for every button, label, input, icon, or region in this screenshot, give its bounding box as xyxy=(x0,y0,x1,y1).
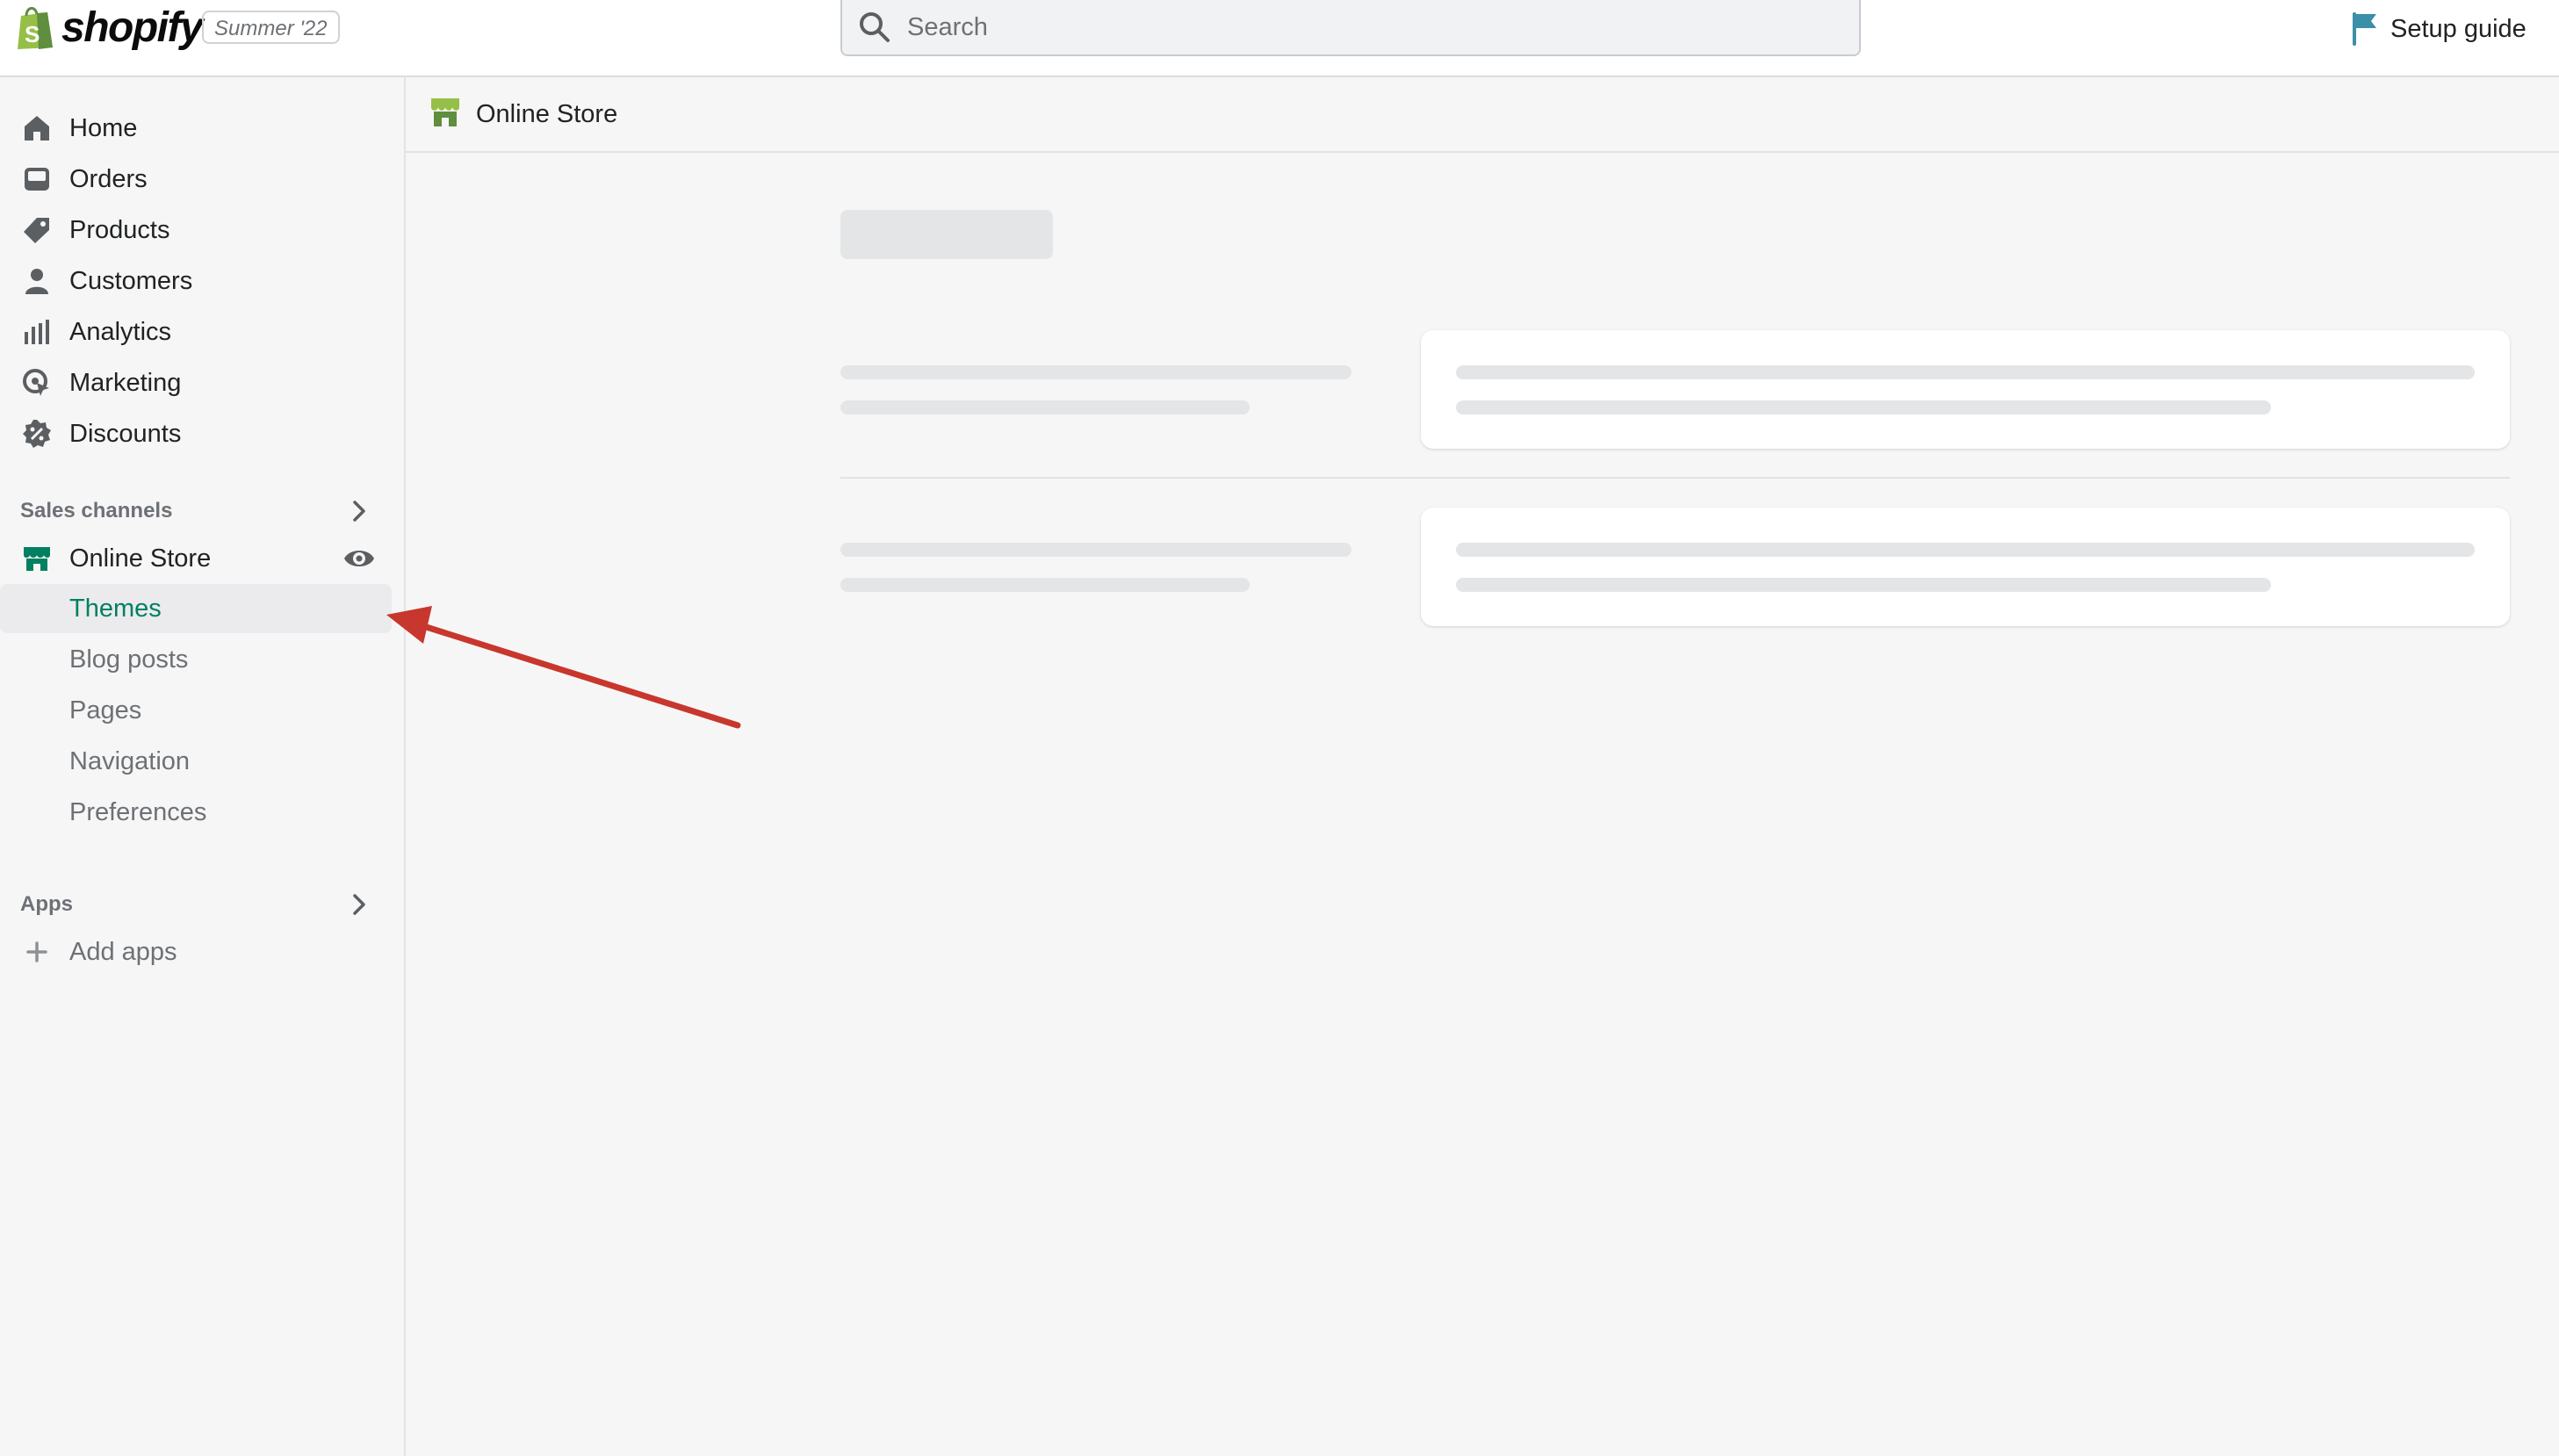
search-placeholder: Search xyxy=(907,13,988,41)
skeleton-line xyxy=(840,543,1352,557)
section-divider xyxy=(840,477,2510,479)
top-bar: S shopify Summer '22 Search Setup guide xyxy=(0,0,2559,77)
sidebar-item-label: Marketing xyxy=(69,369,182,397)
skeleton-line xyxy=(840,400,1250,414)
target-icon xyxy=(23,369,49,396)
sidebar-item-add-apps[interactable]: Add apps xyxy=(0,927,393,977)
sidebar-item-label: Online Store xyxy=(69,544,212,573)
search-icon xyxy=(860,12,890,42)
sidebar-item-label: Blog posts xyxy=(69,645,189,674)
search-bar[interactable]: Search xyxy=(840,0,1861,56)
plus-icon xyxy=(26,941,47,962)
sidebar-item-label: Pages xyxy=(69,696,142,724)
setup-guide-label: Setup guide xyxy=(2390,15,2527,43)
sidebar-item-label: Customers xyxy=(69,267,193,295)
chevron-right-icon[interactable] xyxy=(346,498,372,524)
skeleton-title xyxy=(840,210,1053,259)
skeleton-line xyxy=(1456,578,2271,592)
skeleton-card xyxy=(1421,508,2510,626)
skeleton-line xyxy=(840,578,1250,592)
skeleton-line xyxy=(1456,365,2475,379)
orders-icon xyxy=(25,168,49,191)
sidebar-item-online-store[interactable]: Online Store xyxy=(0,534,393,583)
sidebar-item-marketing[interactable]: Marketing xyxy=(0,358,393,407)
discount-icon xyxy=(23,420,51,448)
sidebar-subitem-blog-posts[interactable]: Blog posts xyxy=(0,635,392,684)
chevron-right-icon[interactable] xyxy=(346,891,372,918)
tag-icon xyxy=(24,218,49,243)
store-icon xyxy=(24,547,50,571)
sidebar-item-label: Add apps xyxy=(69,938,177,966)
sales-channels-heading: Sales channels xyxy=(20,499,173,523)
eye-icon[interactable] xyxy=(342,543,376,574)
sidebar-item-label: Discounts xyxy=(69,420,182,448)
sidebar-subitem-navigation[interactable]: Navigation xyxy=(0,737,392,786)
sidebar-item-label: Navigation xyxy=(69,747,191,775)
apps-heading: Apps xyxy=(20,892,73,916)
sidebar-subitem-preferences[interactable]: Preferences xyxy=(0,788,392,837)
sidebar-item-discounts[interactable]: Discounts xyxy=(0,409,393,458)
skeleton-line xyxy=(1456,543,2475,557)
store-icon xyxy=(431,98,459,126)
home-icon xyxy=(25,116,49,141)
skeleton-line xyxy=(1456,400,2271,414)
page-title: Online Store xyxy=(476,100,618,128)
sidebar-subitem-pages[interactable]: Pages xyxy=(0,686,392,735)
sidebar-item-label: Themes xyxy=(69,595,162,623)
sidebar-item-products[interactable]: Products xyxy=(0,205,393,255)
sidebar: Home Orders Products Customers Analytics xyxy=(0,77,406,1456)
sidebar-item-home[interactable]: Home xyxy=(0,104,393,153)
sidebar-item-customers[interactable]: Customers xyxy=(0,256,393,306)
sidebar-item-orders[interactable]: Orders xyxy=(0,155,393,204)
skeleton-card xyxy=(1421,330,2510,449)
breadcrumb: Online Store xyxy=(406,77,2559,153)
sidebar-item-label: Preferences xyxy=(69,798,207,826)
skeleton-line xyxy=(840,365,1352,379)
edition-badge[interactable]: Summer '22 xyxy=(202,11,340,44)
svg-text:S: S xyxy=(25,21,40,47)
sidebar-subitem-themes[interactable]: Themes xyxy=(0,584,392,633)
sidebar-item-analytics[interactable]: Analytics xyxy=(0,307,393,357)
sidebar-item-label: Products xyxy=(69,216,170,244)
sidebar-item-label: Orders xyxy=(69,165,148,193)
brand-wordmark[interactable]: shopify xyxy=(61,2,204,54)
sidebar-item-label: Analytics xyxy=(69,318,172,346)
flag-icon xyxy=(2353,12,2376,46)
person-icon xyxy=(25,269,48,294)
bar-chart-icon xyxy=(25,320,49,344)
shopify-bag-icon[interactable]: S xyxy=(12,4,58,51)
sidebar-item-label: Home xyxy=(69,114,138,142)
